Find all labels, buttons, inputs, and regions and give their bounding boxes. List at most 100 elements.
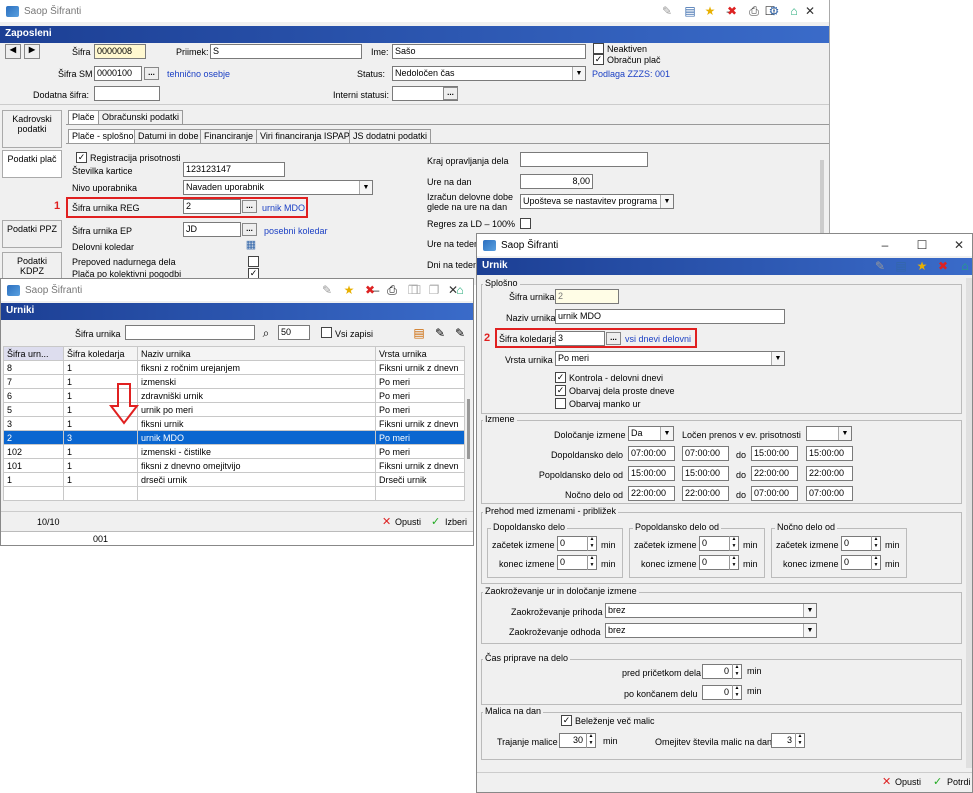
opusti-button[interactable]: Opusti bbox=[895, 777, 921, 787]
tab-place-splosno[interactable]: Plače - splošno bbox=[68, 129, 138, 144]
table-row-empty[interactable] bbox=[3, 486, 465, 501]
table-row[interactable]: 102 1 izmenski - čistilke Po meri bbox=[3, 444, 465, 459]
list-icon[interactable]: ▤ bbox=[683, 4, 697, 18]
shift-from2-field[interactable]: 15:00:00 bbox=[682, 466, 729, 481]
zacetek-spinner[interactable]: ▲ ▼ bbox=[871, 536, 880, 551]
star-icon[interactable]: ★ bbox=[342, 283, 356, 297]
chevron-down-icon[interactable]: ▼ bbox=[803, 624, 816, 637]
shift-to2-field[interactable]: 07:00:00 bbox=[806, 486, 853, 501]
table-header[interactable]: Šifra koledarja bbox=[63, 346, 138, 361]
filter-input[interactable] bbox=[125, 325, 255, 340]
paste-icon[interactable]: ❐ bbox=[427, 283, 441, 297]
table-header[interactable]: Šifra urn... bbox=[3, 346, 64, 361]
print-icon[interactable]: ⎙ bbox=[385, 283, 399, 297]
edit-icon[interactable]: ✎ bbox=[320, 283, 334, 297]
zacetek-spinner[interactable]: ▲ ▼ bbox=[729, 536, 738, 551]
sifra-koledarja-field[interactable]: 3 bbox=[555, 331, 605, 346]
pred-spinner[interactable]: ▲ ▼ bbox=[732, 664, 741, 679]
table-row[interactable]: 7 1 izmenski Po meri bbox=[3, 374, 465, 389]
maximize-button[interactable]: ☐ bbox=[902, 234, 942, 256]
st-kartice-field[interactable]: 123123147 bbox=[183, 162, 285, 177]
omejitev-spinner[interactable]: ▲ ▼ bbox=[795, 733, 804, 748]
vsi-checkbox[interactable] bbox=[321, 327, 332, 338]
shift-to-field[interactable]: 22:00:00 bbox=[751, 466, 798, 481]
trajanje-spinner[interactable]: ▲ ▼ bbox=[586, 733, 595, 748]
konec-spinner[interactable]: ▲ ▼ bbox=[871, 555, 880, 570]
settings-icon[interactable]: ⚙ bbox=[767, 4, 781, 18]
chevron-down-icon[interactable]: ▼ bbox=[771, 352, 784, 365]
obracun-checkbox[interactable]: ✓ bbox=[593, 54, 604, 65]
sifra-field[interactable]: 0000008 bbox=[94, 44, 146, 59]
shift-from-field[interactable]: 22:00:00 bbox=[628, 486, 675, 501]
shift-from2-field[interactable]: 07:00:00 bbox=[682, 446, 729, 461]
delete-icon[interactable]: ✖ bbox=[936, 259, 950, 273]
edit-record-icon[interactable]: ✎ bbox=[433, 326, 447, 340]
regres-checkbox[interactable] bbox=[520, 218, 531, 229]
sm-link[interactable]: tehnično osebje bbox=[167, 69, 230, 79]
naziv-field[interactable]: urnik MDO bbox=[555, 309, 785, 324]
star-icon[interactable]: ★ bbox=[703, 4, 717, 18]
side-podatki-plac[interactable]: Podatki plač bbox=[2, 150, 62, 178]
chevron-down-icon[interactable]: ▼ bbox=[660, 427, 673, 440]
manko-checkbox[interactable] bbox=[555, 398, 566, 409]
shift-from2-field[interactable]: 22:00:00 bbox=[682, 486, 729, 501]
kraj-field[interactable] bbox=[520, 152, 648, 167]
edit-icon[interactable]: ✎ bbox=[873, 259, 887, 273]
belezenje-checkbox[interactable]: ✓ bbox=[561, 715, 572, 726]
scrollbar[interactable] bbox=[966, 278, 972, 768]
tab-obracunski[interactable]: Obračunski podatki bbox=[98, 110, 184, 125]
potrdi-button[interactable]: Potrdi bbox=[947, 777, 971, 787]
copy-icon[interactable]: ❐ bbox=[406, 283, 420, 297]
print-icon[interactable]: ⎙ bbox=[747, 4, 761, 18]
shift-to2-field[interactable]: 15:00:00 bbox=[806, 446, 853, 461]
scrollbar[interactable] bbox=[467, 399, 470, 459]
close-button[interactable]: ✕ bbox=[939, 234, 972, 256]
sifra-sm-lookup-button[interactable]: ... bbox=[144, 67, 159, 80]
next-record-button[interactable]: ▶ bbox=[24, 44, 40, 59]
konec-spinner[interactable]: ▲ ▼ bbox=[587, 555, 596, 570]
side-kadrovski[interactable]: Kadrovski podatki bbox=[2, 110, 62, 148]
tab-datumi[interactable]: Datumi in dobe bbox=[134, 129, 203, 144]
dodatna-field[interactable] bbox=[94, 86, 160, 101]
chevron-down-icon[interactable]: ▼ bbox=[660, 195, 673, 208]
new-icon[interactable]: ▤ bbox=[412, 326, 426, 340]
urnik-link[interactable]: urnik MDO bbox=[262, 203, 305, 213]
sifra-urnika-reg-lookup[interactable]: ... bbox=[242, 200, 257, 213]
prev-record-button[interactable]: ◀ bbox=[5, 44, 21, 59]
tab-viri[interactable]: Viri financiranja ISPAP bbox=[256, 129, 354, 144]
table-header[interactable]: Vrsta urnika bbox=[375, 346, 465, 361]
delete-record-icon[interactable]: ✎ bbox=[453, 326, 467, 340]
interni-lookup-button[interactable]: ... bbox=[443, 87, 458, 100]
table-row[interactable]: 1 1 drseči urnik Drseči urnik bbox=[3, 472, 465, 487]
nivo-select[interactable]: Navaden uporabnik bbox=[183, 180, 373, 195]
table-row[interactable]: 101 1 fiksni z dnevno omejitvijo Fiksni urn… bbox=[3, 458, 465, 473]
neaktiven-checkbox[interactable] bbox=[593, 43, 604, 54]
minimize-button[interactable]: – bbox=[865, 234, 905, 256]
vrsta-select[interactable]: Po meri bbox=[555, 351, 785, 366]
confirm-icon[interactable]: ✓ bbox=[933, 775, 942, 788]
ime-field[interactable]: Sašo bbox=[392, 44, 586, 59]
ure-field[interactable]: 8,00 bbox=[520, 174, 593, 189]
table-row[interactable]: 6 1 zdravniški urnik Po meri bbox=[3, 388, 465, 403]
tab-financiranje[interactable]: Financiranje bbox=[200, 129, 258, 144]
table-row[interactable]: 3 1 fiksni urnik Fiksni urnik z dnevn bbox=[3, 416, 465, 431]
exit-icon[interactable]: ⌂ bbox=[958, 259, 972, 273]
shift-from-field[interactable]: 15:00:00 bbox=[628, 466, 675, 481]
star-icon[interactable]: ★ bbox=[915, 259, 929, 273]
list-icon[interactable]: ▤ bbox=[894, 259, 908, 273]
shift-from-field[interactable]: 07:00:00 bbox=[628, 446, 675, 461]
priimek-field[interactable]: S bbox=[210, 44, 362, 59]
side-podatki-ppz[interactable]: Podatki PPZ bbox=[2, 220, 62, 248]
shift-to-field[interactable]: 07:00:00 bbox=[751, 486, 798, 501]
count-field[interactable]: 50 bbox=[278, 325, 310, 340]
sifra-urnika-ep-lookup[interactable]: ... bbox=[242, 223, 257, 236]
delete-icon[interactable]: ✖ bbox=[363, 283, 377, 297]
edit-icon[interactable]: ✎ bbox=[660, 4, 674, 18]
shift-to-field[interactable]: 15:00:00 bbox=[751, 446, 798, 461]
po-spinner[interactable]: ▲ ▼ bbox=[732, 685, 741, 700]
sifra-koledarja-lookup[interactable]: ... bbox=[606, 332, 621, 345]
cancel-icon[interactable]: ✕ bbox=[882, 775, 891, 788]
cancel-icon[interactable]: ✕ bbox=[382, 515, 391, 528]
prepoved-checkbox[interactable] bbox=[248, 256, 259, 267]
table-header[interactable]: Naziv urnika bbox=[137, 346, 376, 361]
